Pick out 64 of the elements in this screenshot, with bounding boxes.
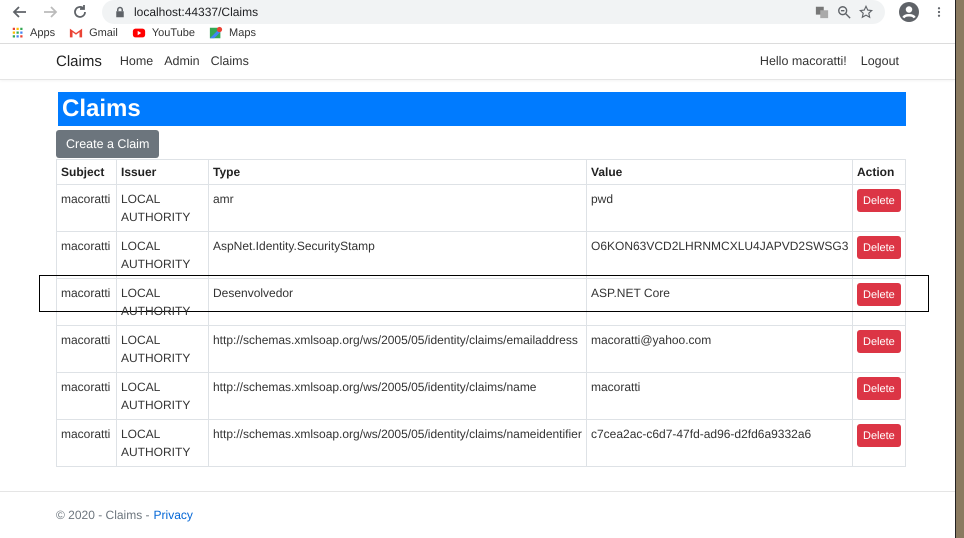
table-cell: macoratti xyxy=(56,420,116,466)
table-cell: http://schemas.xmlsoap.org/ws/2005/05/identity/claims/name xyxy=(208,372,586,420)
table-cell: LOCAL AUTHORITY xyxy=(116,326,208,372)
bookmark-label[interactable]: Apps xyxy=(30,27,56,40)
bookmark[interactable]: Maps xyxy=(209,26,256,40)
table-cell: LOCAL AUTHORITY xyxy=(116,372,208,420)
table-cell: LOCAL AUTHORITY xyxy=(116,184,208,232)
bookmark-label[interactable]: Gmail xyxy=(89,27,118,40)
table-cell: Desenvolvedor xyxy=(208,278,586,326)
map-pin-icon[interactable] xyxy=(209,26,224,40)
play-icon[interactable] xyxy=(132,26,146,40)
mail-icon[interactable] xyxy=(69,26,84,40)
back-icon[interactable] xyxy=(12,4,28,20)
nav-link[interactable]: Claims xyxy=(210,54,249,68)
table-cell: macoratti xyxy=(56,326,116,372)
greeting-link[interactable]: Hello macoratti! xyxy=(760,54,847,68)
table-cell: macoratti@yahoo.com xyxy=(586,326,852,372)
nav-link[interactable]: Home xyxy=(120,54,154,68)
account-icon[interactable] xyxy=(899,2,919,22)
delete-button[interactable]: Delete xyxy=(857,377,901,400)
logout-link[interactable]: Logout xyxy=(860,54,899,68)
table-cell: macoratti xyxy=(56,184,116,232)
copyright-text: © 2020 - Claims - xyxy=(56,508,150,522)
table-cell: AspNet.Identity.SecurityStamp xyxy=(208,232,586,278)
table-cell: O6KON63VCD2LHRNMCXLU4JAPVD2SWSG3 xyxy=(586,232,852,278)
bookmark-label[interactable]: YouTube xyxy=(152,27,196,40)
column-header: Subject xyxy=(56,160,116,184)
column-header: Type xyxy=(208,160,586,184)
translate-icon[interactable] xyxy=(815,5,829,19)
table-cell: http://schemas.xmlsoap.org/ws/2005/05/identity/claims/nameidentifier xyxy=(208,420,586,466)
table-cell: LOCAL AUTHORITY xyxy=(116,232,208,278)
table-cell: http://schemas.xmlsoap.org/ws/2005/05/identity/claims/emailaddress xyxy=(208,326,586,372)
address-bar[interactable]: localhost:44337/Claims xyxy=(102,0,885,24)
star-icon[interactable] xyxy=(859,5,873,19)
create-claim-button[interactable]: Create a Claim xyxy=(56,130,160,158)
navbar-brand[interactable]: Claims xyxy=(56,52,102,70)
apps-grid-icon[interactable] xyxy=(12,27,24,40)
delete-button[interactable]: Delete xyxy=(857,236,901,259)
reload-icon[interactable] xyxy=(72,4,88,20)
url-text[interactable]: localhost:44337/Claims xyxy=(134,5,258,19)
table-cell: LOCAL AUTHORITY xyxy=(116,420,208,466)
table-cell: macoratti xyxy=(586,372,852,420)
delete-button[interactable]: Delete xyxy=(857,330,901,353)
bookmark-label[interactable]: Maps xyxy=(229,27,256,40)
table-cell: amr xyxy=(208,184,586,232)
delete-button[interactable]: Delete xyxy=(857,283,901,306)
delete-button[interactable]: Delete xyxy=(857,189,901,212)
table-cell: c7cea2ac-c6d7-47fd-ad96-d2fd6a9332a6 xyxy=(586,420,852,466)
table-cell: macoratti xyxy=(56,372,116,420)
column-header: Action xyxy=(852,160,906,184)
table-cell: macoratti xyxy=(56,232,116,278)
page-title: Claims xyxy=(58,92,906,126)
table-cell: pwd xyxy=(586,184,852,232)
lock-icon xyxy=(114,6,126,18)
bookmark[interactable]: Apps xyxy=(12,27,56,40)
privacy-link[interactable]: Privacy xyxy=(154,508,193,522)
column-header: Issuer xyxy=(116,160,208,184)
delete-button[interactable]: Delete xyxy=(857,424,901,447)
table-cell: ASP.NET Core xyxy=(586,278,852,326)
bookmark[interactable]: Gmail xyxy=(69,26,118,40)
nav-link[interactable]: Admin xyxy=(164,54,200,68)
column-header: Value xyxy=(586,160,852,184)
zoom-icon[interactable] xyxy=(837,5,851,19)
bookmark[interactable]: YouTube xyxy=(132,26,196,40)
